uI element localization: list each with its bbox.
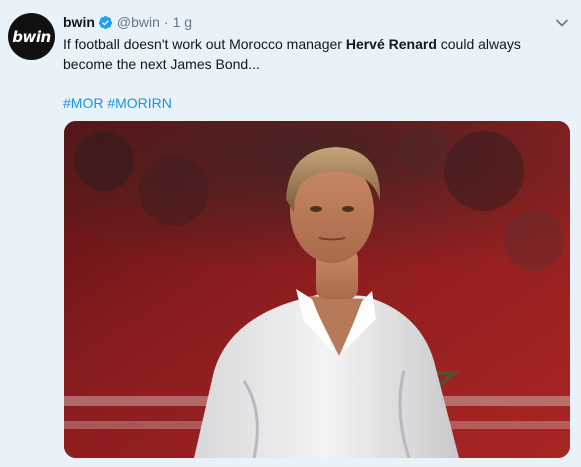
tweet-photo[interactable] [64,121,570,458]
tweet-text-bold: Hervé Renard [345,36,437,52]
display-name[interactable]: bwin [63,14,95,30]
tweet-text: If football doesn't work out Morocco man… [63,34,553,74]
tweet[interactable]: bwin bwin @bwin · 1 g If football doesn'… [0,0,581,467]
verified-badge-icon [98,15,112,29]
tweet-header: bwin @bwin · 1 g [63,12,192,32]
avatar[interactable]: bwin [8,13,55,60]
hashtag-morirn[interactable]: #MORIRN [107,95,172,111]
separator: · [163,14,169,30]
hashtag-mor[interactable]: #MOR [63,95,103,111]
chevron-down-icon[interactable] [555,16,569,30]
tweet-text-part1: If football doesn't work out Morocco man… [63,36,346,52]
timestamp[interactable]: 1 g [173,14,192,30]
hashtags: #MOR #MORIRN [63,93,172,113]
photo-illustration [64,121,570,458]
avatar-logo-text: bwin [12,27,51,46]
handle[interactable]: @bwin [117,14,160,30]
